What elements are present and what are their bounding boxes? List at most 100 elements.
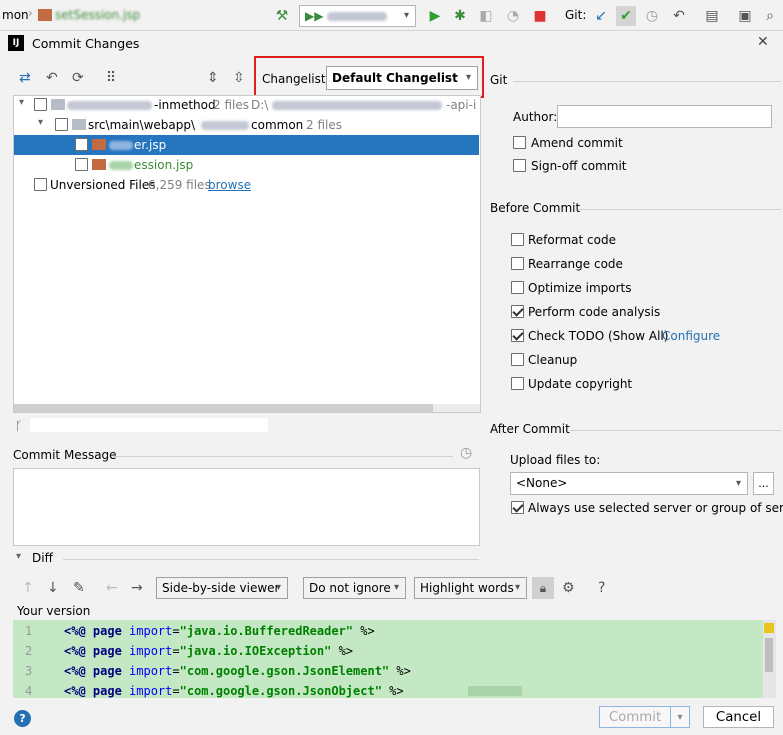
- before-commit-checkbox[interactable]: [511, 329, 524, 342]
- before-commit-label[interactable]: Reformat code: [528, 233, 616, 247]
- project-structure-icon[interactable]: ▤: [702, 6, 722, 26]
- gear-icon[interactable]: ⚙: [562, 580, 575, 596]
- root-checkbox[interactable]: [34, 98, 47, 111]
- collapse-all-icon[interactable]: ⇳: [233, 70, 245, 86]
- edit-pencil-icon[interactable]: ✎: [73, 580, 85, 596]
- code-attr: import: [129, 644, 173, 658]
- code-keyword: <%@ page: [64, 624, 122, 638]
- previous-diff-icon[interactable]: ↑: [22, 580, 34, 596]
- before-commit-label[interactable]: Check TODO (Show All): [528, 329, 668, 343]
- close-icon[interactable]: ✕: [757, 34, 769, 50]
- build-hammer-icon[interactable]: ⚒: [272, 6, 292, 26]
- diff-help-icon[interactable]: ?: [598, 580, 605, 596]
- forward-arrow-icon[interactable]: →: [131, 580, 143, 596]
- commit-check-icon[interactable]: ✔: [616, 6, 636, 26]
- chevron-down-icon[interactable]: ▾: [38, 117, 43, 128]
- unversioned-label: Unversioned Files: [50, 178, 156, 192]
- chevron-down-icon[interactable]: ▾: [19, 97, 24, 108]
- before-commit-label[interactable]: Optimize imports: [528, 281, 632, 295]
- code-line: 2 <%@ page import="java.io.IOException" %…: [13, 641, 763, 661]
- revert-icon[interactable]: ↶: [46, 70, 58, 86]
- rollback-icon[interactable]: ↶: [669, 6, 689, 26]
- refresh-icon[interactable]: ⟳: [72, 70, 84, 86]
- history-clock-icon[interactable]: ◷: [642, 6, 662, 26]
- signoff-checkbox[interactable]: [513, 159, 526, 172]
- group-by-icon[interactable]: ⠿: [106, 70, 116, 86]
- file-tab[interactable]: setSession.jsp: [55, 8, 140, 22]
- debug-bug-icon[interactable]: ✱: [450, 6, 470, 26]
- author-input[interactable]: [557, 105, 772, 128]
- profile-icon[interactable]: ◔: [503, 6, 523, 26]
- before-commit-checkbox[interactable]: [511, 377, 524, 390]
- expand-all-icon[interactable]: ⇕: [207, 70, 219, 86]
- before-commit-label[interactable]: Update copyright: [528, 377, 632, 391]
- history-clock-icon[interactable]: ◷: [460, 445, 472, 461]
- upload-more-button[interactable]: ...: [753, 472, 774, 495]
- folder-checkbox[interactable]: [55, 118, 68, 131]
- code-end: %>: [381, 684, 404, 698]
- tree-folder-row[interactable]: ▾ src\main\webapp\ common 2 files: [14, 115, 479, 135]
- after-commit-title: After Commit: [490, 422, 570, 436]
- tree-unversioned-row[interactable]: Unversioned Files 6,259 files browse: [14, 175, 479, 195]
- run-icon[interactable]: ▶: [425, 6, 445, 26]
- before-commit-checkbox[interactable]: [511, 305, 524, 318]
- stop-icon[interactable]: ■: [530, 6, 550, 26]
- cancel-button[interactable]: Cancel: [703, 706, 774, 728]
- always-use-checkbox[interactable]: [511, 501, 524, 514]
- commit-message-input[interactable]: [13, 468, 480, 546]
- upload-select[interactable]: <None> ▾: [510, 472, 748, 495]
- chevron-down-icon[interactable]: ▾: [16, 551, 21, 562]
- editor-scrollbar-thumb[interactable]: [765, 638, 773, 672]
- amend-label[interactable]: Amend commit: [531, 136, 623, 150]
- editor-scrollbar[interactable]: [763, 620, 776, 698]
- before-commit-label[interactable]: Perform code analysis: [528, 305, 660, 319]
- file-name: er.jsp: [134, 138, 167, 152]
- back-arrow-icon[interactable]: ←: [106, 580, 118, 596]
- always-use-label[interactable]: Always use selected server or group of s…: [528, 501, 783, 515]
- amend-checkbox[interactable]: [513, 136, 526, 149]
- viewer-value: Side-by-side viewer: [162, 581, 280, 595]
- before-commit-label[interactable]: Rearrange code: [528, 257, 623, 271]
- code-string: "com.google.gson.JsonObject": [179, 684, 382, 698]
- dialog-title: Commit Changes: [32, 36, 140, 51]
- before-commit-checkbox[interactable]: [511, 281, 524, 294]
- line-number: 1: [25, 624, 33, 638]
- next-diff-icon[interactable]: ↓: [47, 580, 59, 596]
- before-commit-checkbox[interactable]: [511, 353, 524, 366]
- search-icon[interactable]: ⌕: [760, 6, 780, 26]
- before-commit-label[interactable]: Cleanup: [528, 353, 577, 367]
- file-name: ession.jsp: [134, 158, 194, 172]
- signoff-label[interactable]: Sign-off commit: [531, 159, 627, 173]
- ignore-value: Do not ignore: [309, 581, 391, 595]
- jsp-file-icon: [92, 159, 106, 170]
- commit-button[interactable]: Commit: [599, 706, 671, 728]
- highlight-select[interactable]: Highlight words ▾: [414, 577, 527, 599]
- unversioned-checkbox[interactable]: [34, 178, 47, 191]
- file-checkbox[interactable]: [75, 138, 88, 151]
- diff-arrows-icon[interactable]: ⇄: [19, 70, 31, 86]
- commit-options-dropdown[interactable]: ▾: [671, 706, 690, 728]
- file-checkbox[interactable]: [75, 158, 88, 171]
- help-icon[interactable]: ?: [14, 710, 31, 727]
- before-commit-checkbox[interactable]: [511, 233, 524, 246]
- run-config-select[interactable]: ▶▶ ▾: [299, 5, 416, 27]
- browse-link[interactable]: browse: [208, 178, 251, 192]
- tree-file-row[interactable]: ession.jsp: [14, 155, 479, 175]
- tree-root-row[interactable]: ▾ -inmethod 2 files D:\ -api-i: [14, 95, 479, 115]
- root-name: -inmethod: [154, 98, 216, 112]
- lock-icon[interactable]: 🔒︎: [532, 577, 554, 599]
- tree-file-row-selected[interactable]: er.jsp: [14, 135, 479, 155]
- viewer-select[interactable]: Side-by-side viewer ▾: [156, 577, 288, 599]
- ignore-select[interactable]: Do not ignore ▾: [303, 577, 406, 599]
- code-end: %>: [353, 624, 375, 638]
- terminal-icon[interactable]: ▣: [735, 6, 755, 26]
- root-path-tail: -api-i: [446, 98, 477, 112]
- changelist-select[interactable]: Default Changelist ▾: [326, 66, 478, 90]
- update-project-icon[interactable]: ↙: [591, 6, 611, 26]
- before-commit-checkbox[interactable]: [511, 257, 524, 270]
- coverage-icon[interactable]: ◧: [476, 6, 496, 26]
- configure-link[interactable]: Configure: [662, 329, 720, 343]
- tree-scrollbar-thumb[interactable]: [14, 404, 433, 412]
- code-end: %>: [331, 644, 354, 658]
- code-line: 1 <%@ page import="java.io.BufferedReader…: [13, 621, 763, 641]
